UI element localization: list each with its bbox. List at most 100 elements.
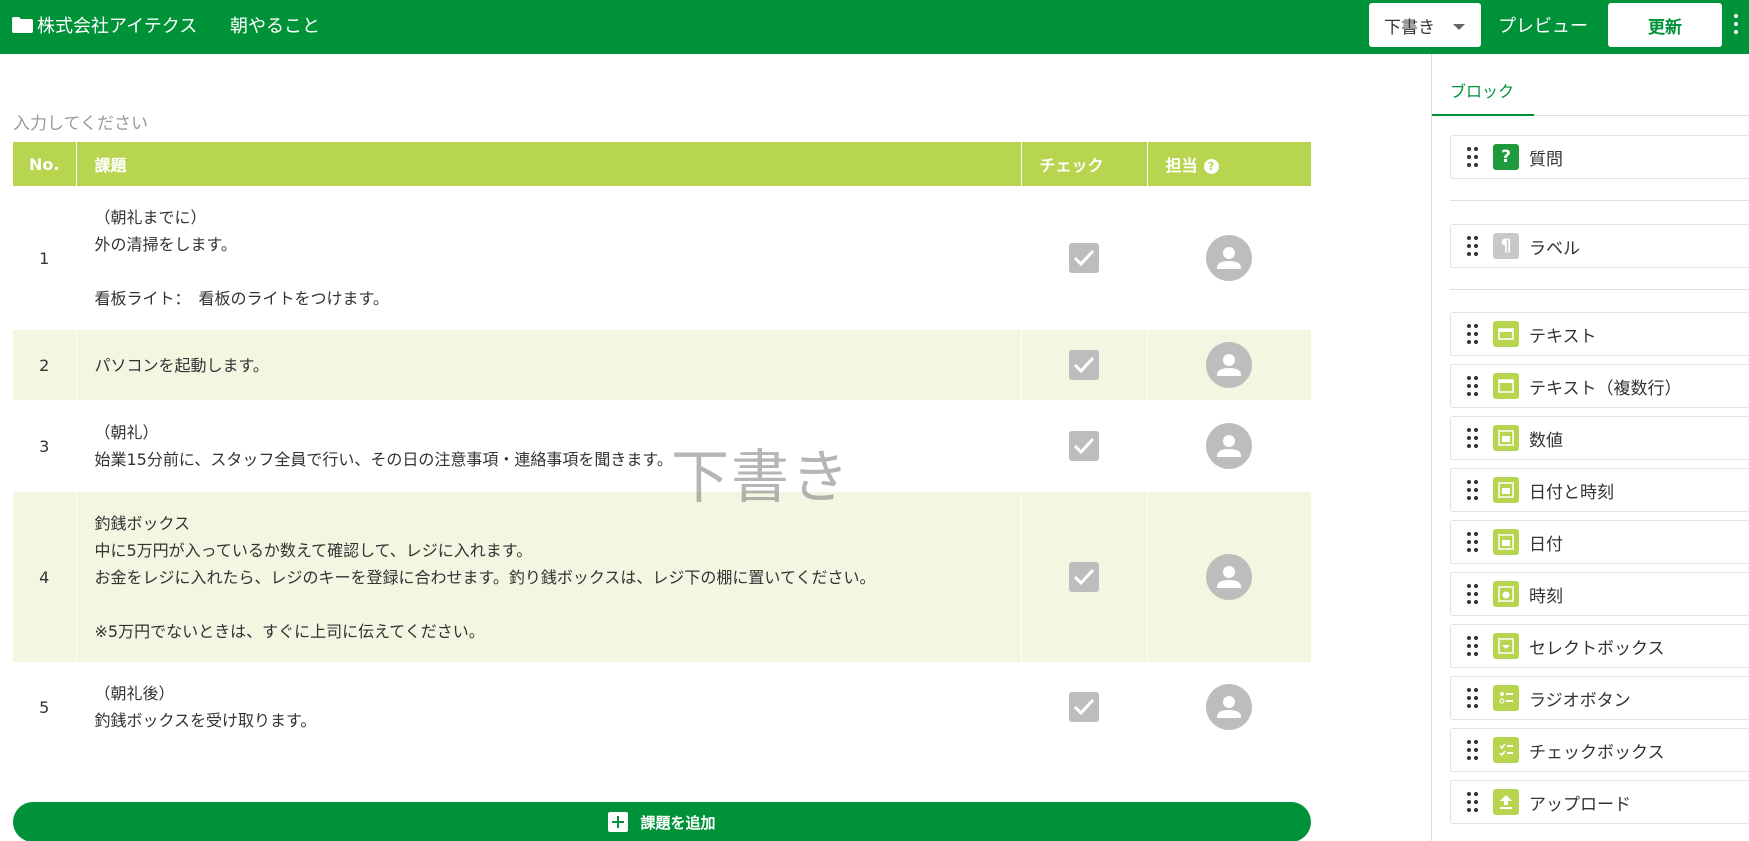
avatar[interactable]	[1206, 235, 1252, 281]
row-number: 3	[13, 400, 77, 492]
select-icon	[1493, 633, 1519, 659]
task-text[interactable]: （朝礼） 始業15分前に、スタッフ全員で行い、その日の注意事項・連絡事項を聞きま…	[76, 400, 1022, 492]
block-label: 数値	[1529, 430, 1563, 451]
table-row[interactable]: 3 （朝礼） 始業15分前に、スタッフ全員で行い、その日の注意事項・連絡事項を聞…	[13, 400, 1312, 492]
description-input[interactable]: 入力してください	[13, 109, 148, 134]
block-label: 時刻	[1529, 586, 1563, 607]
plus-icon	[608, 812, 629, 832]
block-item-date[interactable]: 日付	[1450, 520, 1749, 564]
drag-handle-icon[interactable]	[1467, 147, 1479, 167]
table-row[interactable]: 2 パソコンを起動します。	[13, 330, 1312, 400]
drag-handle-icon[interactable]	[1467, 324, 1479, 344]
question-icon: ?	[1493, 144, 1519, 170]
header-assignee-label: 担当	[1165, 156, 1198, 175]
task-text[interactable]: （朝礼後） 釣銭ボックスを受け取ります。	[76, 662, 1022, 752]
avatar[interactable]	[1206, 554, 1252, 600]
drag-handle-icon[interactable]	[1467, 376, 1479, 396]
block-item-datetime[interactable]: 日付と時刻	[1450, 468, 1749, 512]
textarea-icon	[1493, 373, 1519, 399]
drag-handle-icon[interactable]	[1467, 480, 1479, 500]
block-item-checkbox[interactable]: チェックボックス	[1450, 728, 1749, 772]
block-label: ラベル	[1529, 238, 1580, 259]
status-select[interactable]: 下書き	[1369, 3, 1481, 47]
check-checkbox[interactable]	[1069, 350, 1099, 380]
checkmark-icon	[1073, 249, 1095, 267]
row-number: 2	[13, 330, 77, 400]
table-header-row: No. 課題 チェック 担当?	[13, 142, 1312, 186]
avatar[interactable]	[1206, 423, 1252, 469]
task-table: No. 課題 チェック 担当? 1 （朝礼までに） 外の清掃をします。 看板ライ…	[13, 142, 1312, 752]
drag-handle-icon[interactable]	[1467, 236, 1479, 256]
row-number: 1	[13, 186, 77, 330]
block-item-question[interactable]: ? 質問	[1450, 135, 1749, 179]
checkmark-icon	[1073, 356, 1095, 374]
radio-icon	[1493, 685, 1519, 711]
status-selected-value: 下書き	[1384, 17, 1435, 38]
upload-icon	[1493, 789, 1519, 815]
company-name[interactable]: 株式会社アイテクス	[37, 12, 197, 38]
person-icon	[1217, 435, 1241, 457]
check-checkbox[interactable]	[1069, 243, 1099, 273]
block-item-upload[interactable]: アップロード	[1450, 780, 1749, 824]
block-item-text[interactable]: テキスト	[1450, 312, 1749, 356]
folder-icon[interactable]	[12, 17, 33, 33]
header-task: 課題	[76, 142, 1022, 186]
block-label: 質問	[1529, 149, 1563, 170]
help-icon[interactable]: ?	[1203, 159, 1219, 174]
row-number: 4	[13, 492, 77, 662]
block-item-time[interactable]: 時刻	[1450, 572, 1749, 616]
block-label: アップロード	[1529, 794, 1631, 815]
checkmark-icon	[1073, 568, 1095, 586]
block-label: テキスト（複数行）	[1529, 378, 1682, 399]
app-header: 株式会社アイテクス 朝やること 下書き プレビュー 更新	[0, 0, 1749, 54]
block-label: セレクトボックス	[1529, 638, 1665, 659]
block-item-radio[interactable]: ラジオボタン	[1450, 676, 1749, 720]
avatar[interactable]	[1206, 342, 1252, 388]
task-text[interactable]: 釣銭ボックス 中に5万円が入っているか数えて確認して、レジに入れます。 お金をレ…	[76, 492, 1022, 662]
block-label: ラジオボタン	[1529, 690, 1631, 711]
drag-handle-icon[interactable]	[1467, 740, 1479, 760]
text-field-icon	[1493, 321, 1519, 347]
person-icon	[1217, 247, 1241, 269]
tab-blocks[interactable]: ブロック	[1450, 78, 1514, 102]
time-icon	[1493, 581, 1519, 607]
number-icon	[1493, 425, 1519, 451]
checkmark-icon	[1073, 698, 1095, 716]
task-text[interactable]: （朝礼までに） 外の清掃をします。 看板ライト： 看板のライトをつけます。	[76, 186, 1022, 330]
drag-handle-icon[interactable]	[1467, 636, 1479, 656]
block-item-textarea[interactable]: テキスト（複数行）	[1450, 364, 1749, 408]
check-checkbox[interactable]	[1069, 431, 1099, 461]
date-icon	[1493, 529, 1519, 555]
document-title[interactable]: 朝やること	[230, 12, 320, 38]
drag-handle-icon[interactable]	[1467, 792, 1479, 812]
drag-handle-icon[interactable]	[1467, 532, 1479, 552]
person-icon	[1217, 566, 1241, 588]
avatar[interactable]	[1206, 684, 1252, 730]
add-task-button[interactable]: 課題を追加	[13, 802, 1311, 841]
datetime-icon	[1493, 477, 1519, 503]
preview-button[interactable]: プレビュー	[1498, 12, 1588, 38]
update-button[interactable]: 更新	[1608, 3, 1722, 47]
drag-handle-icon[interactable]	[1467, 688, 1479, 708]
task-text[interactable]: パソコンを起動します。	[76, 330, 1022, 400]
paragraph-icon: ¶	[1493, 233, 1519, 259]
header-check: チェック	[1021, 142, 1148, 186]
header-assignee: 担当?	[1147, 142, 1312, 186]
check-checkbox[interactable]	[1069, 692, 1099, 722]
more-vertical-icon[interactable]	[1733, 14, 1739, 38]
block-sidebar: ブロック ? 質問 ¶ ラベル テキスト テキスト（複数行） 数値 日付と時刻 …	[1431, 54, 1749, 841]
check-checkbox[interactable]	[1069, 562, 1099, 592]
row-number: 5	[13, 662, 77, 752]
drag-handle-icon[interactable]	[1467, 428, 1479, 448]
block-item-select[interactable]: セレクトボックス	[1450, 624, 1749, 668]
block-label: 日付と時刻	[1529, 482, 1614, 503]
block-item-label[interactable]: ¶ ラベル	[1450, 224, 1749, 268]
person-icon	[1217, 696, 1241, 718]
table-row[interactable]: 4 釣銭ボックス 中に5万円が入っているか数えて確認して、レジに入れます。 お金…	[13, 492, 1312, 662]
main-content: 入力してください No. 課題 チェック 担当? 1 （朝礼までに） 外の清掃を…	[0, 54, 1430, 841]
block-label: テキスト	[1529, 326, 1597, 347]
block-item-number[interactable]: 数値	[1450, 416, 1749, 460]
drag-handle-icon[interactable]	[1467, 584, 1479, 604]
table-row[interactable]: 1 （朝礼までに） 外の清掃をします。 看板ライト： 看板のライトをつけます。	[13, 186, 1312, 330]
table-row[interactable]: 5 （朝礼後） 釣銭ボックスを受け取ります。	[13, 662, 1312, 752]
